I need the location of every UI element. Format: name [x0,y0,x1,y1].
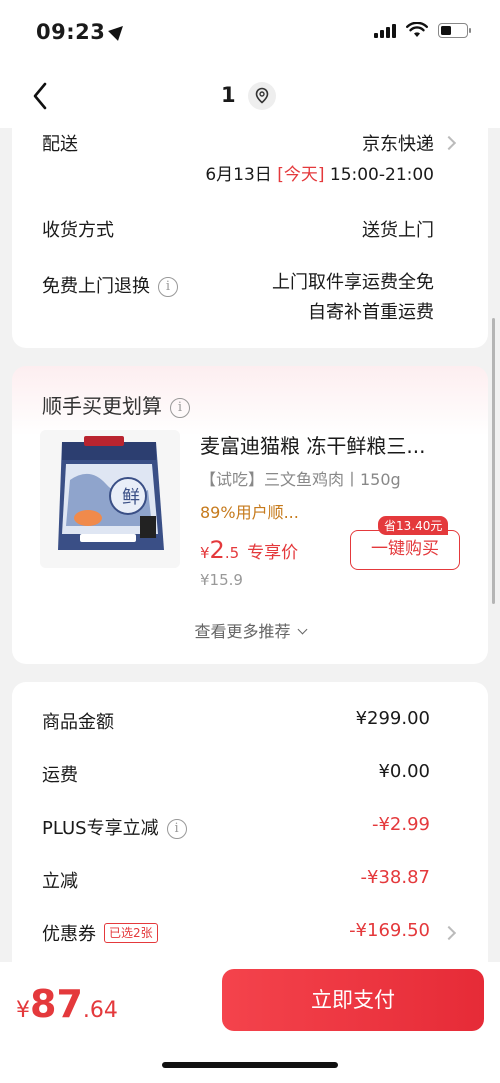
delivery-date: 6月13日 [205,165,272,185]
page-title: 1 [221,83,236,107]
delivery-label: 配送 [42,134,78,155]
delivery-card: 配送 京东快递 6月13日 [今天] 15:00-21:00 收货方式 送货上门… [12,110,488,348]
home-indicator [162,1062,338,1068]
status-time: 09:23 [36,20,129,44]
price-decimal: .5 [224,544,240,562]
chevron-right-icon[interactable] [441,135,457,151]
instant-discount-label: 立减 [42,871,78,892]
total-symbol: ¥ [16,998,30,1023]
chevron-left-icon[interactable] [26,78,56,114]
product-price: ¥2.5 专享价 [200,536,298,564]
one-click-buy-button[interactable]: 一键购买 [350,530,460,570]
product-image[interactable]: 鲜 [40,430,180,568]
free-return-line1: 上门取件享运费全免 [272,272,434,293]
plus-discount-label: PLUS专享立减 i [42,814,187,840]
recommend-title: 顺手买更划算 i [42,390,190,419]
chevron-right-icon[interactable] [441,925,457,941]
coupon-tag: 已选2张 [104,923,158,943]
receive-method-label: 收货方式 [42,220,114,241]
info-icon[interactable]: i [170,398,190,418]
today-tag: [今天] [277,165,325,185]
total-integer: 87 [30,982,83,1026]
coupon-row[interactable]: 优惠券 已选2张 [42,920,158,946]
recommend-card: 顺手买更划算 i 鲜 麦富迪猫粮 冻干鲜粮三... 【试吃】三文鱼鸡肉丨150g … [12,366,488,664]
wifi-icon [406,22,428,37]
product-spec: 【试吃】三文鱼鸡肉丨150g [200,470,401,489]
plus-discount-value: -¥2.99 [371,814,430,835]
shipping-label: 运费 [42,765,78,786]
delivery-carrier[interactable]: 京东快递 [362,130,434,156]
total-price: ¥87.64 [16,982,118,1026]
info-icon[interactable]: i [158,277,178,297]
plus-discount-text: PLUS专享立减 [42,818,159,839]
price-summary-card: 商品金额 ¥299.00 运费 ¥0.00 PLUS专享立减 i -¥2.99 立… [12,682,488,982]
pay-now-button[interactable]: 立即支付 [222,969,484,1031]
free-return-line2: 自寄补首重运费 [308,302,434,323]
delivery-time[interactable]: 6月13日 [今天] 15:00-21:00 [205,160,434,185]
original-price: ¥15.9 [200,571,243,589]
status-bar: 09:23 [0,0,500,64]
free-return-label: 免费上门退换 i [42,272,178,298]
coupon-value[interactable]: -¥169.50 [349,920,430,941]
total-decimal: .64 [82,998,118,1023]
instant-discount-value: -¥38.87 [360,867,430,888]
location-arrow-icon [108,21,129,41]
price-tag: 专享价 [247,543,299,563]
price-integer: 2 [209,536,225,564]
save-badge: 省13.40元 [378,516,449,535]
delivery-time-range: 15:00-21:00 [329,165,434,185]
info-icon[interactable]: i [166,819,187,839]
product-name[interactable]: 麦富迪猫粮 冻干鲜粮三... [200,430,470,459]
free-return-text: 免费上门退换 [42,276,150,297]
chevron-down-icon [297,624,307,635]
goods-amount-value: ¥299.00 [355,708,430,729]
more-recommend-text: 查看更多推荐 [194,622,291,641]
status-icons [374,22,471,38]
coupon-label: 优惠券 [42,924,96,945]
battery-icon [438,22,471,38]
status-time-text: 09:23 [36,20,106,44]
more-recommend-link[interactable]: 查看更多推荐 [12,618,488,642]
product-rating: 89%用户顺... [200,503,299,522]
scrollbar[interactable] [492,318,495,604]
price-symbol: ¥ [200,544,210,562]
goods-amount-label: 商品金额 [42,712,114,733]
product-image-label: 鲜 [122,487,140,508]
shipping-value: ¥0.00 [378,761,430,782]
recommend-title-text: 顺手买更划算 [42,394,162,418]
cellular-signal-icon [374,22,396,38]
receive-method-value: 送货上门 [362,220,434,241]
location-pin-icon[interactable] [248,82,276,110]
